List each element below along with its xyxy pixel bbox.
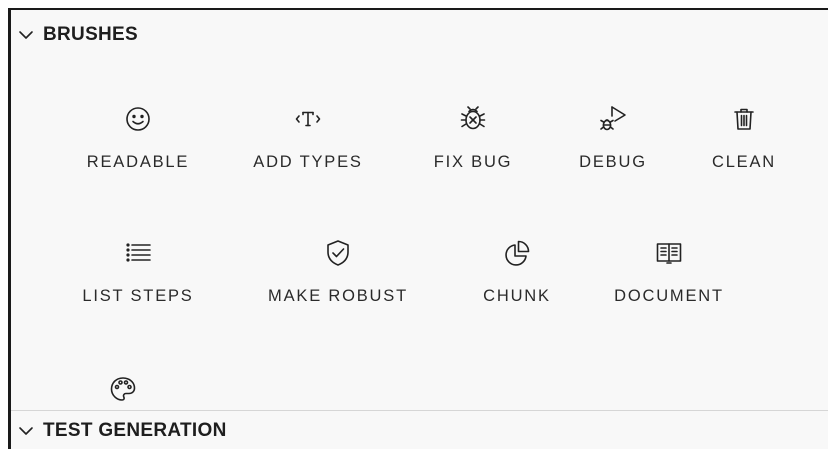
smiley-icon <box>126 107 150 131</box>
palette-icon <box>110 377 136 401</box>
book-icon <box>656 243 682 264</box>
brush-label: DOCUMENT <box>614 287 724 305</box>
brush-label: MAKE ROBUST <box>268 287 408 305</box>
brush-fix-bug[interactable]: FIX BUG <box>418 102 528 172</box>
brushes-section-title: BRUSHES <box>43 24 139 45</box>
brush-chunk[interactable]: CHUNK <box>467 236 567 306</box>
test-generation-section-title: TEST GENERATION <box>43 420 227 441</box>
brush-document[interactable]: DOCUMENT <box>609 236 729 306</box>
chevron-down-icon <box>19 31 33 39</box>
bug-x-icon <box>460 106 486 130</box>
brush-label: READABLE <box>86 153 190 171</box>
brush-label: LIST STEPS <box>82 287 194 305</box>
brush-label: FIX BUG <box>433 153 513 171</box>
shield-check-icon <box>327 240 349 266</box>
brush-label: ADD TYPES <box>253 153 363 171</box>
brush-label: CHUNK <box>483 287 551 305</box>
brush-label: DEBUG <box>579 153 647 171</box>
brush-readable[interactable]: READABLE <box>73 102 203 172</box>
brush-clean[interactable]: CLEAN <box>694 102 794 172</box>
test-generation-section-header[interactable]: TEST GENERATION <box>11 410 828 449</box>
brushes-section-header[interactable]: BRUSHES <box>11 16 828 54</box>
trash-icon <box>734 108 754 130</box>
bug-play-icon <box>600 106 626 131</box>
list-icon <box>126 243 151 262</box>
pie-chart-icon <box>505 240 530 266</box>
chevron-down-icon <box>19 427 33 435</box>
brush-debug[interactable]: DEBUG <box>563 102 663 172</box>
brushes-panel: BRUSHES READABLE ADD TYPES FIX BUG DEBUG… <box>8 8 828 449</box>
brush-add-types[interactable]: ADD TYPES <box>243 102 373 172</box>
brush-list-steps[interactable]: LIST STEPS <box>73 236 203 306</box>
brush-label: CLEAN <box>711 153 777 171</box>
type-brackets-icon <box>295 111 321 127</box>
brush-make-robust[interactable]: MAKE ROBUST <box>263 236 413 306</box>
